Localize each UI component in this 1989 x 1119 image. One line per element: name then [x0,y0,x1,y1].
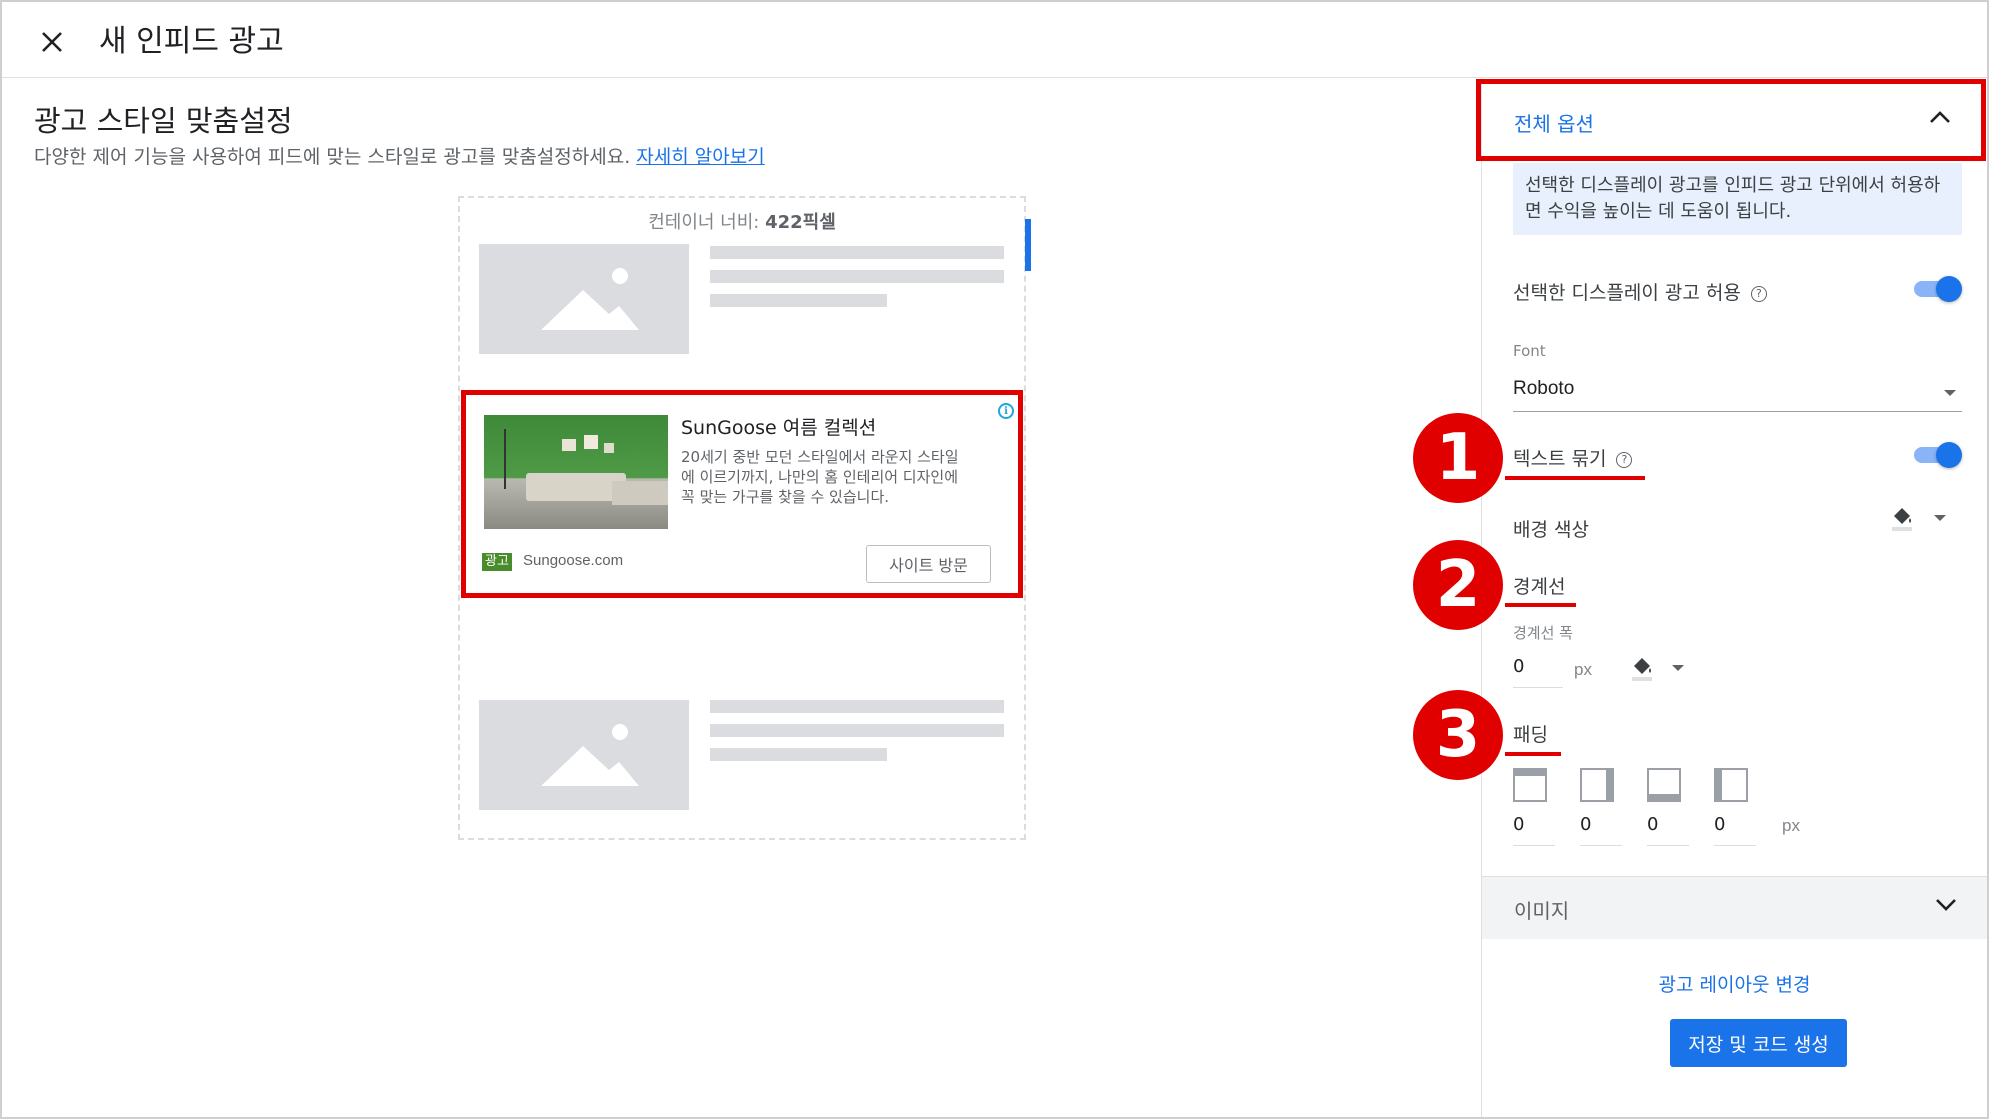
border-width-label: 경계선 폭 [1513,624,1573,642]
image-section-header[interactable]: 이미지 [1482,877,1987,939]
placeholder-line [710,270,1004,283]
container-width-caption: 컨테이너 너비: [648,212,760,233]
annotation-underline [1505,603,1576,607]
allow-display-row: 선택한 디스플레이 광고 허용? [1513,278,1767,305]
bg-color-label: 배경 색상 [1513,519,1589,541]
placeholder-line [710,748,887,761]
padding-right-icon [1580,768,1614,802]
save-and-generate-code-button[interactable]: 저장 및 코드 생성 [1670,1019,1847,1067]
allow-display-toggle[interactable] [1914,274,1962,302]
native-ad-preview: i SunGoose 여름 컬렉션 20세기 중반 모던 스타일에서 라운지 스… [461,390,1023,598]
ad-badge: 광고 [482,553,512,571]
image-section-title: 이미지 [1514,899,1570,923]
container-width-label: 컨테이너 너비: 422픽셀 [460,208,1024,234]
padding-label: 패딩 [1513,724,1548,746]
text-wrap-toggle[interactable] [1914,440,1962,468]
close-button[interactable] [32,22,72,62]
image-icon [541,268,639,330]
text-wrap-label: 텍스트 묶기 [1513,448,1607,470]
info-banner: 선택한 디스플레이 광고를 인피드 광고 단위에서 허용하면 수익을 높이는 데… [1513,163,1962,235]
visit-site-button[interactable]: 사이트 방문 [866,545,991,583]
dropdown-arrow-icon [1944,390,1956,396]
annotation-3: 3 [1413,690,1503,780]
annotation-2: 2 [1413,540,1503,630]
help-icon[interactable]: ? [1750,285,1767,302]
annotation-underline [1505,476,1645,480]
placeholder-line [710,246,1004,259]
padding-top-input[interactable]: 0 [1513,810,1555,846]
ad-headline: SunGoose 여름 컬렉션 [681,417,877,439]
image-icon [541,724,639,786]
border-width-input[interactable]: 0 [1513,652,1563,688]
bg-color-picker[interactable] [1890,504,1946,534]
padding-left-icon [1714,768,1748,802]
description-text: 다양한 제어 기능을 사용하여 피드에 맞는 스타일로 광고를 맞춤설정하세요. [34,146,631,168]
ad-image [484,415,668,529]
annotation-1: 1 [1413,413,1503,503]
text-wrap-row: 텍스트 묶기? [1513,444,1633,471]
ad-domain: Sungoose.com [523,552,624,569]
customize-title: 광고 스타일 맞춤설정 [34,104,293,138]
top-bar: 새 인피드 광고 [2,2,1987,78]
dropdown-arrow-icon [1672,665,1684,671]
padding-top-icon [1513,768,1547,802]
paint-bucket-icon [1892,508,1912,531]
resize-handle[interactable] [1025,219,1031,271]
padding-right-input[interactable]: 0 [1580,810,1622,846]
page-title: 새 인피드 광고 [99,24,284,59]
padding-left-input[interactable]: 0 [1714,810,1756,846]
chevron-down-icon [1936,899,1956,911]
all-options-header[interactable]: 전체 옵션 [1476,79,1986,161]
change-layout-button[interactable]: 광고 레이아웃 변경 [1482,970,1987,997]
placeholder-line [710,294,887,307]
padding-unit: px [1782,816,1800,835]
placeholder-image [479,700,689,810]
learn-more-link[interactable]: 자세히 알아보기 [636,146,764,168]
font-select[interactable]: Roboto [1513,372,1962,412]
placeholder-line [710,700,1004,713]
ad-body: 20세기 중반 모던 스타일에서 라운지 스타일에 이르기까지, 나만의 홈 인… [681,448,959,506]
container-width-value: 422픽셀 [765,212,836,233]
border-color-picker[interactable] [1630,654,1686,684]
placeholder-image [479,244,689,354]
padding-bottom-icon [1647,768,1681,802]
border-width-unit: px [1574,660,1592,679]
ad-choices-icon[interactable]: i [998,403,1014,419]
border-label: 경계선 [1513,576,1566,598]
placeholder-line [710,724,1004,737]
all-options-title: 전체 옵션 [1514,112,1594,136]
font-value: Roboto [1513,378,1575,399]
help-icon[interactable]: ? [1616,451,1633,468]
allow-display-label: 선택한 디스플레이 광고 허용 [1513,282,1741,304]
padding-bottom-input[interactable]: 0 [1647,810,1689,846]
paint-bucket-icon [1632,658,1652,681]
font-label: Font [1513,342,1546,360]
customize-description: 다양한 제어 기능을 사용하여 피드에 맞는 스타일로 광고를 맞춤설정하세요.… [34,142,765,169]
dropdown-arrow-icon [1934,515,1946,521]
chevron-up-icon [1930,111,1950,123]
annotation-underline [1505,752,1561,756]
close-icon [42,32,62,52]
